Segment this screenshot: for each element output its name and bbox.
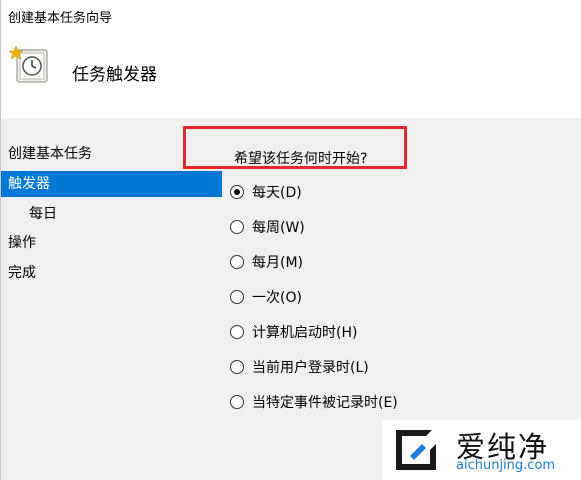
radio-once[interactable] [230,290,244,304]
wizard-steps-sidebar: 创建基本任务 触发器 每日 操作 完成 [0,118,222,480]
highlight-box [183,126,407,169]
option-on-event[interactable]: 当特定事件被记录时(E) [230,391,398,413]
option-weekly[interactable]: 每周(W) [230,216,305,238]
title-bar: 创建基本任务向导 [0,0,581,30]
option-at-startup[interactable]: 计算机启动时(H) [230,321,357,343]
window-title: 创建基本任务向导 [8,11,113,26]
option-daily-label: 每天(D) [252,185,302,201]
option-at-startup-label: 计算机启动时(H) [252,325,358,341]
sidebar-item-daily[interactable]: 每日 [0,201,222,227]
watermark: 爱纯净 aichunjing.com [382,420,581,480]
option-on-event-label: 当特定事件被记录时(E) [252,395,398,411]
sidebar-item-finish[interactable]: 完成 [0,260,222,286]
task-clock-icon [9,45,48,83]
radio-weekly[interactable] [230,220,244,234]
option-once[interactable]: 一次(O) [230,286,302,308]
radio-at-startup[interactable] [230,325,244,339]
option-monthly[interactable]: 每月(M) [230,251,303,273]
page-title: 任务触发器 [72,65,157,85]
option-at-logon[interactable]: 当前用户登录时(L) [230,356,369,378]
option-daily[interactable]: 每天(D) [230,181,302,203]
radio-daily[interactable] [230,185,244,199]
option-once-label: 一次(O) [252,290,302,306]
option-at-logon-label: 当前用户登录时(L) [252,360,369,376]
sidebar-item-action[interactable]: 操作 [0,230,222,256]
option-weekly-label: 每周(W) [252,220,305,236]
window-left-border [0,0,1,480]
radio-at-logon[interactable] [230,360,244,374]
radio-monthly[interactable] [230,255,244,269]
sidebar-item-trigger[interactable]: 触发器 [0,171,222,197]
wizard-header: 任务触发器 [0,30,581,118]
watermark-url: aichunjing.com [456,458,556,473]
option-monthly-label: 每月(M) [252,255,304,271]
watermark-logo-icon [396,430,436,470]
radio-on-event[interactable] [230,395,244,409]
